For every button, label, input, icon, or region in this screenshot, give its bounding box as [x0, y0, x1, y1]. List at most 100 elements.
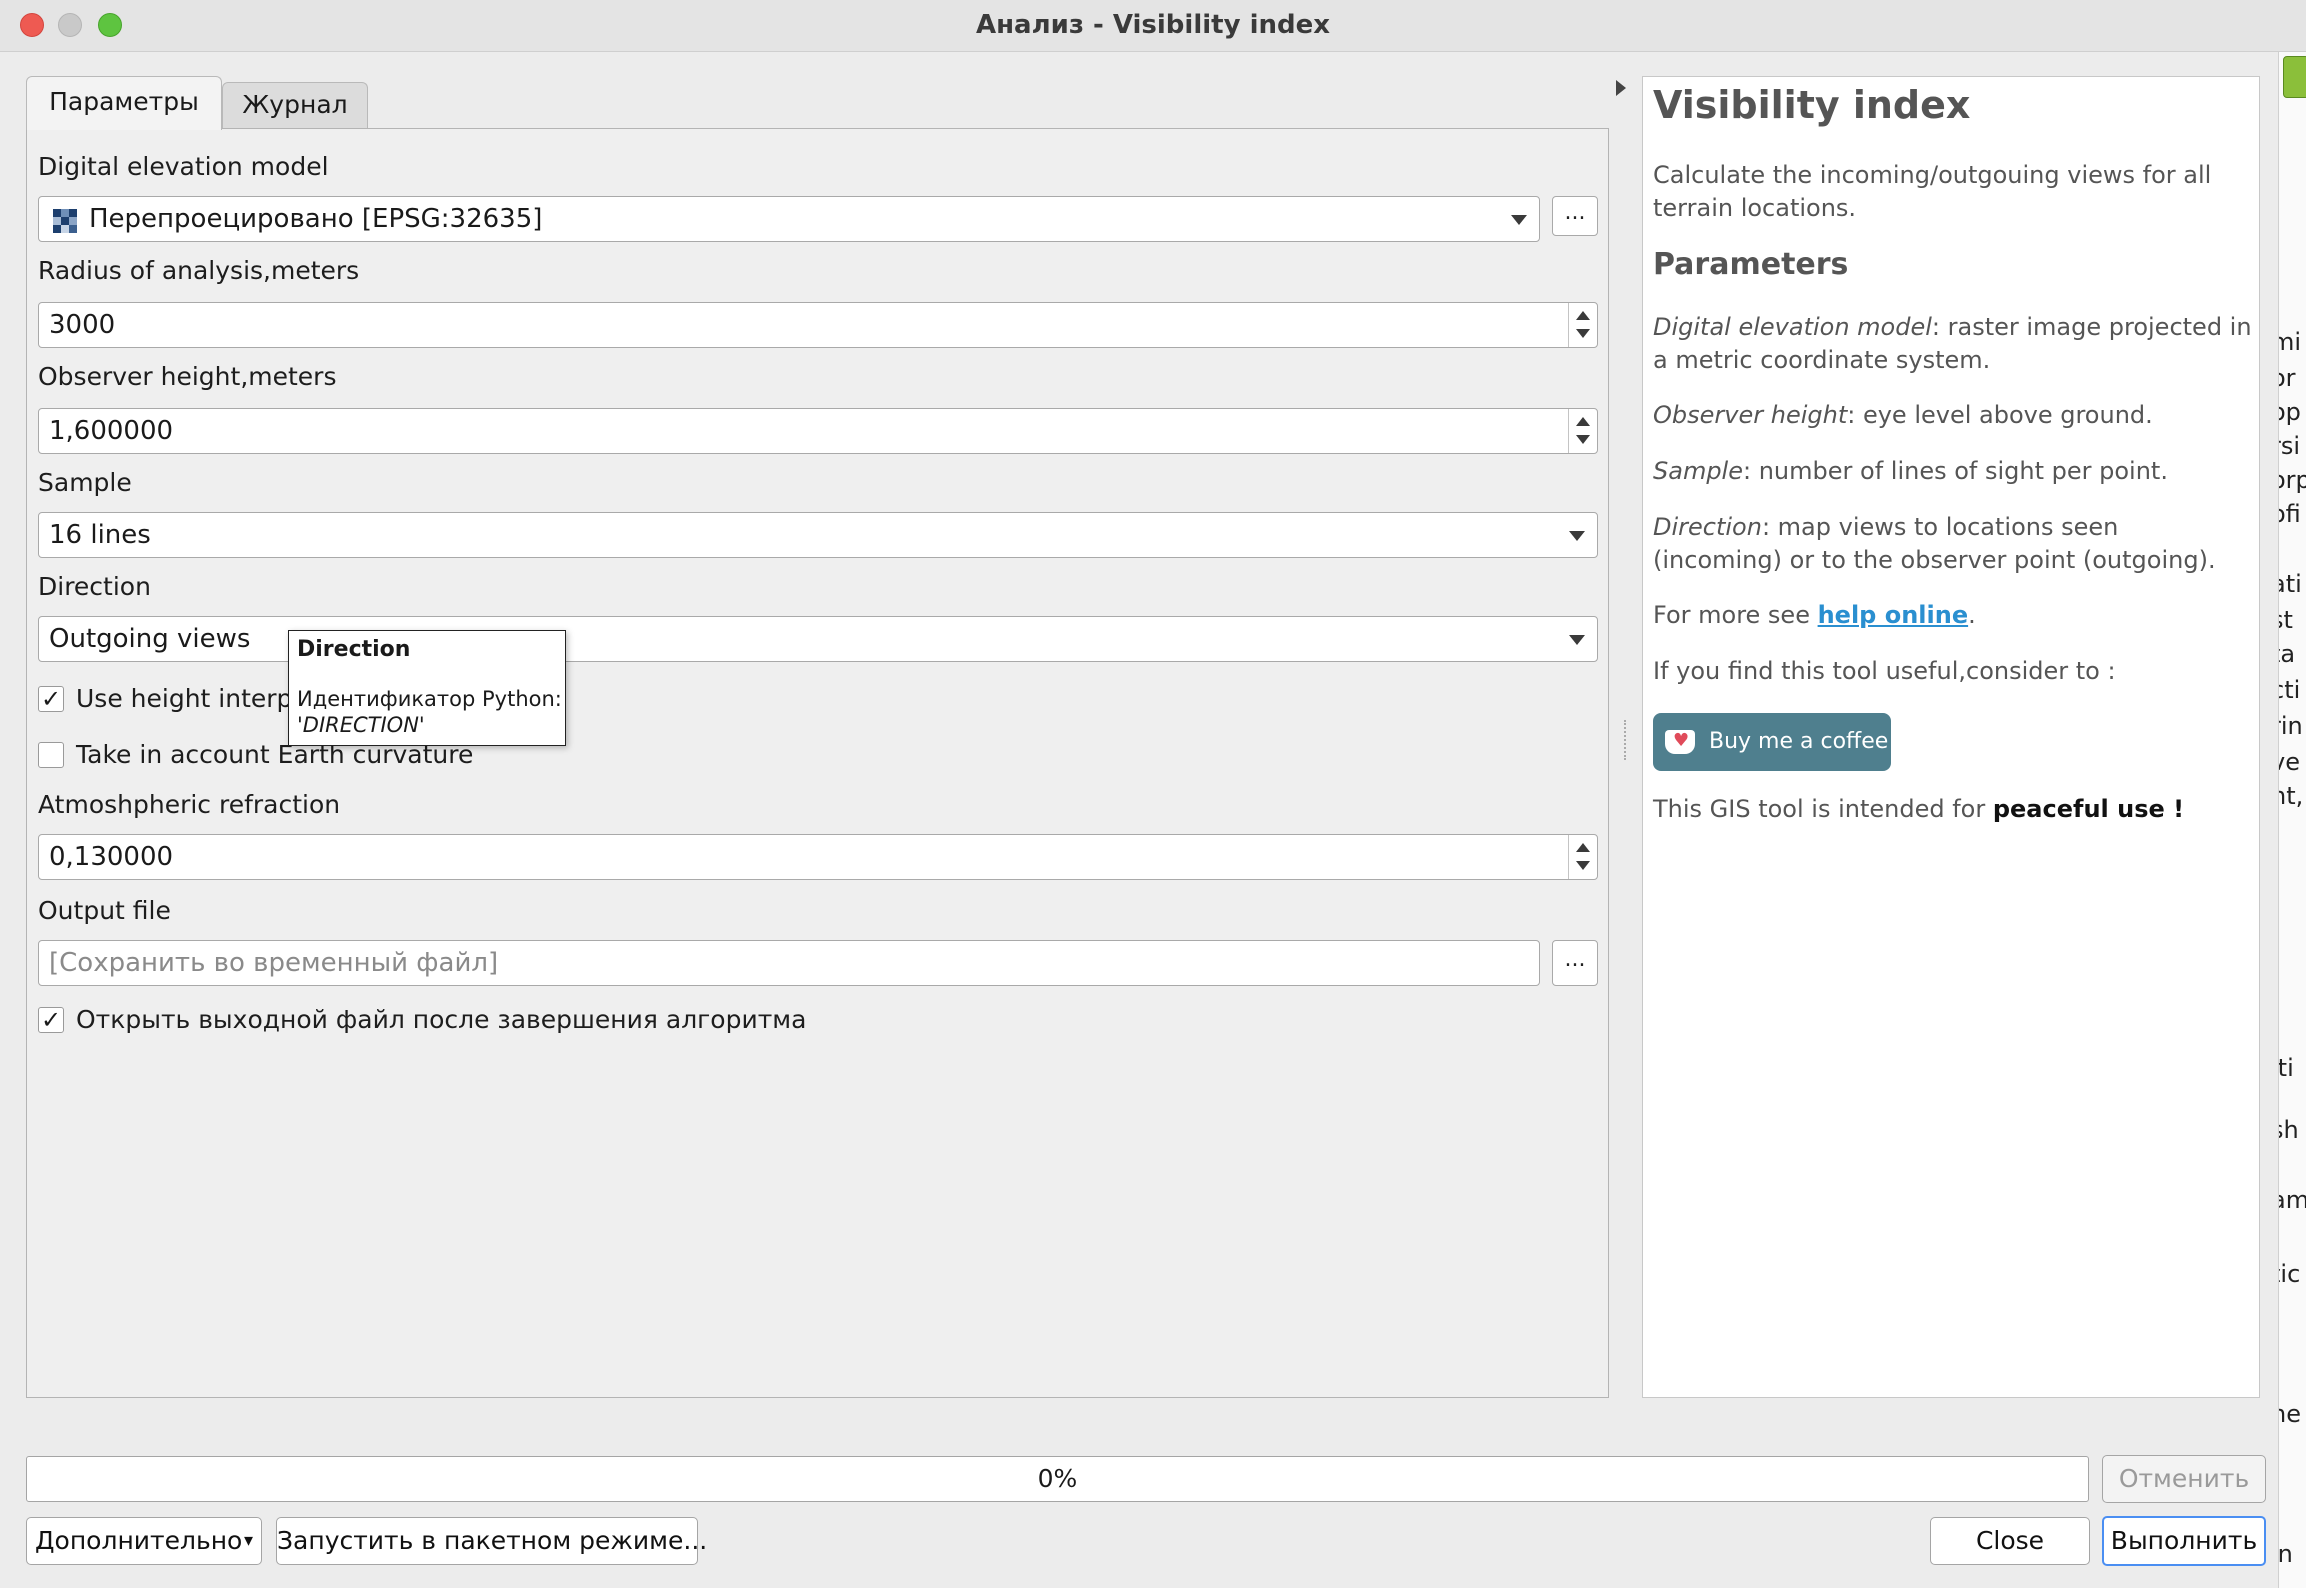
peek-text: ofi — [2279, 500, 2301, 528]
background-window: mi or op rsi orp ofi ati st ta cti rin v… — [2278, 52, 2306, 1588]
peek-text: in — [2278, 1540, 2293, 1568]
help-peace: This GIS tool is intended for peaceful u… — [1653, 793, 2253, 826]
advanced-label: Дополнительно — [35, 1526, 243, 1555]
tooltip-line2: 'DIRECTION' — [297, 713, 425, 737]
help-online-link[interactable]: help online — [1818, 601, 1969, 629]
spin-arrows[interactable] — [1568, 835, 1597, 879]
observer-label: Observer height,meters — [38, 362, 337, 391]
direction-combobox[interactable]: Outgoing views — [38, 616, 1598, 662]
help-more-suffix: . — [1968, 601, 1976, 629]
peek-text: st — [2279, 606, 2293, 634]
buy-coffee-label: Buy me a coffee — [1709, 729, 1889, 754]
spin-up-icon[interactable] — [1576, 843, 1590, 852]
open-output-checkbox[interactable]: ✓ — [38, 1007, 64, 1033]
spin-down-icon[interactable] — [1576, 329, 1590, 338]
direction-tooltip: Direction Идентификатор Python: 'DIRECTI… — [288, 630, 566, 746]
sample-label: Sample — [38, 468, 132, 497]
advanced-dropdown-button[interactable]: Дополнительно ▾ — [26, 1517, 262, 1565]
curvature-checkbox[interactable] — [38, 742, 64, 768]
close-button[interactable]: Close — [1930, 1517, 2090, 1565]
refraction-label: Atmoshpheric refraction — [38, 790, 341, 819]
spin-up-icon[interactable] — [1576, 417, 1590, 426]
dem-value: Перепроецировано [EPSG:32635] — [89, 204, 543, 234]
peek-text: tic — [2279, 1260, 2301, 1288]
help-sample-term: Sample — [1653, 457, 1743, 485]
dem-label: Digital elevation model — [38, 152, 329, 181]
cancel-button[interactable]: Отменить — [2102, 1455, 2266, 1503]
observer-spinbox[interactable]: 1,600000 — [38, 408, 1598, 454]
peek-text: or — [2279, 364, 2296, 392]
help-sample: Sample: number of lines of sight per poi… — [1653, 455, 2253, 488]
radius-spinbox[interactable]: 3000 — [38, 302, 1598, 348]
help-dem: Digital elevation model: raster image pr… — [1653, 311, 2253, 377]
refraction-value: 0,130000 — [49, 842, 174, 872]
window-title: Анализ - Visibility index — [975, 10, 1331, 40]
spin-down-icon[interactable] — [1576, 435, 1590, 444]
raster-layer-icon — [53, 209, 77, 233]
help-dem-term: Digital elevation model — [1653, 313, 1932, 341]
spin-arrows[interactable] — [1568, 409, 1597, 453]
progress-bar: 0% — [26, 1456, 2089, 1502]
spin-down-icon[interactable] — [1576, 861, 1590, 870]
direction-label: Direction — [38, 572, 151, 601]
radius-label: Radius of analysis,meters — [38, 256, 360, 285]
help-observer: Observer height: eye level above ground. — [1653, 399, 2253, 432]
help-more: For more see help online. — [1653, 599, 2253, 632]
tooltip-title: Direction — [297, 637, 411, 662]
tooltip-line1: Идентификатор Python: — [297, 687, 562, 711]
peek-text: rin — [2279, 712, 2303, 740]
peek-text: op — [2279, 398, 2301, 426]
chevron-down-icon — [1569, 531, 1585, 541]
help-title: Visibility index — [1653, 83, 1971, 127]
peek-text: orp — [2279, 466, 2306, 494]
collapse-help-arrow-icon[interactable] — [1616, 80, 1626, 96]
observer-value: 1,600000 — [49, 416, 174, 446]
refraction-spinbox[interactable]: 0,130000 — [38, 834, 1598, 880]
heart-icon: ♥ — [1673, 730, 1690, 751]
tab-parameters[interactable]: Параметры — [26, 76, 222, 130]
help-direction-term: Direction — [1653, 513, 1762, 541]
peek-text: ve — [2279, 748, 2300, 776]
output-file-input[interactable]: [Сохранить во временный файл] — [38, 940, 1540, 986]
peek-text: ati — [2279, 570, 2302, 598]
dem-browse-button[interactable]: ... — [1552, 196, 1598, 236]
output-browse-button[interactable]: ... — [1552, 940, 1598, 986]
open-output-label[interactable]: Открыть выходной файл после завершения а… — [76, 1005, 806, 1034]
use-height-checkbox[interactable]: ✓ — [38, 686, 64, 712]
use-height-label[interactable]: Use height interp — [76, 684, 292, 713]
help-direction: Direction: map views to locations seen (… — [1653, 511, 2253, 577]
peek-text: am — [2279, 1186, 2306, 1214]
dem-combobox[interactable]: Перепроецировано [EPSG:32635] — [38, 196, 1540, 242]
progress-text: 0% — [1037, 1464, 1078, 1493]
peek-text: rsi — [2279, 432, 2301, 460]
help-observer-term: Observer height — [1653, 401, 1848, 429]
tab-log[interactable]: Журнал — [222, 82, 368, 128]
peek-text: sh — [2279, 1116, 2299, 1144]
output-placeholder: [Сохранить во временный файл] — [49, 948, 499, 978]
peek-text: nt, — [2279, 782, 2304, 810]
peek-text: mi — [2279, 328, 2302, 356]
chevron-down-icon — [1511, 215, 1527, 225]
help-panel: Visibility index Calculate the incoming/… — [1642, 76, 2260, 1398]
help-peace-prefix: This GIS tool is intended for — [1653, 795, 1993, 823]
run-button[interactable]: Выполнить — [2102, 1516, 2266, 1566]
help-useful: If you find this tool useful,consider to… — [1653, 657, 2116, 685]
help-params-heading: Parameters — [1653, 247, 1849, 282]
sample-combobox[interactable]: 16 lines — [38, 512, 1598, 558]
peek-text: ne — [2279, 1400, 2301, 1428]
help-observer-desc: : eye level above ground. — [1847, 401, 2153, 429]
batch-mode-button[interactable]: Запустить в пакетном режиме... — [276, 1517, 707, 1565]
help-intro: Calculate the incoming/outgouing views f… — [1653, 161, 2212, 222]
spin-up-icon[interactable] — [1576, 311, 1590, 320]
chevron-down-icon — [1569, 635, 1585, 645]
help-more-prefix: For more see — [1653, 601, 1818, 629]
peek-text: ta — [2279, 640, 2296, 668]
spin-arrows[interactable] — [1568, 303, 1597, 347]
chevron-down-icon: ▾ — [243, 1530, 253, 1551]
buy-coffee-button[interactable]: ♥ Buy me a coffee — [1653, 713, 1891, 771]
output-label: Output file — [38, 896, 171, 925]
radius-value: 3000 — [49, 310, 116, 340]
splitter-handle[interactable] — [1624, 720, 1628, 760]
direction-value: Outgoing views — [49, 624, 251, 654]
app-icon — [2283, 56, 2306, 98]
